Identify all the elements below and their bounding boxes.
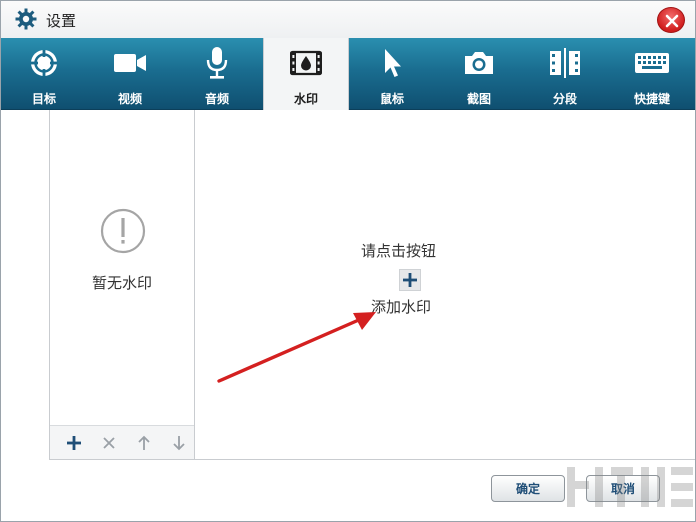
tab-hotkeys[interactable]: 快捷键 [609,38,695,110]
list-action-bar [50,425,194,459]
tab-label: 分段 [552,92,577,106]
tab-screenshot[interactable]: 截图 [436,38,522,110]
tab-label: 音频 [204,92,229,106]
window-title: 设置 [46,12,77,30]
tab-audio[interactable]: 音频 [174,38,260,110]
tab-label: 截图 [466,92,491,106]
hint-text-line1: 请点击按钮 [361,242,437,260]
microphone-icon [174,46,260,80]
video-camera-icon [87,46,173,80]
tab-label: 水印 [293,92,318,106]
add-icon [403,273,417,287]
add-watermark-center-button[interactable] [399,269,421,291]
delete-watermark-button[interactable] [98,433,120,453]
tab-label: 鼠标 [379,92,404,106]
move-up-icon [138,435,150,450]
tab-label: 快捷键 [633,92,670,106]
gear-icon [15,8,37,30]
tab-label: 目标 [31,92,56,106]
tab-watermark[interactable]: 水印 [263,38,349,110]
red-arrow-icon [217,312,376,383]
tab-target[interactable]: 目标 [1,38,87,110]
tab-video[interactable]: 视频 [87,38,173,110]
settings-toolbar: 目标 视频 音频 水印 鼠标 截图 分段 快捷键 [1,38,695,110]
empty-list-text: 暂无水印 [91,274,152,292]
close-button[interactable] [657,7,685,33]
watermark-film-icon [264,46,348,80]
camera-icon [436,46,522,80]
tab-segment[interactable]: 分段 [522,38,608,110]
add-watermark-button[interactable] [63,433,85,453]
tab-label: 视频 [117,92,142,106]
site-logo-watermark [567,467,693,507]
delete-icon [103,437,115,449]
close-icon [665,14,679,28]
mouse-pointer-icon [349,46,435,80]
move-down-button[interactable] [168,433,190,453]
add-icon [67,436,81,450]
watermark-list-panel: 暂无水印 [49,110,195,460]
watermark-editor-panel: 请点击按钮 添加水印 [195,110,695,460]
move-down-icon [173,436,185,451]
exclamation-icon [100,208,146,258]
settings-window: 设置 目标 视频 音频 水印 鼠标 截图 分段 快捷键 暂无水印 请点击按钮 添… [0,0,696,522]
title-bar: 设置 [1,1,695,38]
tab-mouse[interactable]: 鼠标 [349,38,435,110]
target-icon [1,46,87,80]
segment-icon [522,46,608,80]
move-up-button[interactable] [133,433,155,453]
ok-button[interactable]: 确定 [491,475,565,502]
keyboard-icon [609,46,695,80]
